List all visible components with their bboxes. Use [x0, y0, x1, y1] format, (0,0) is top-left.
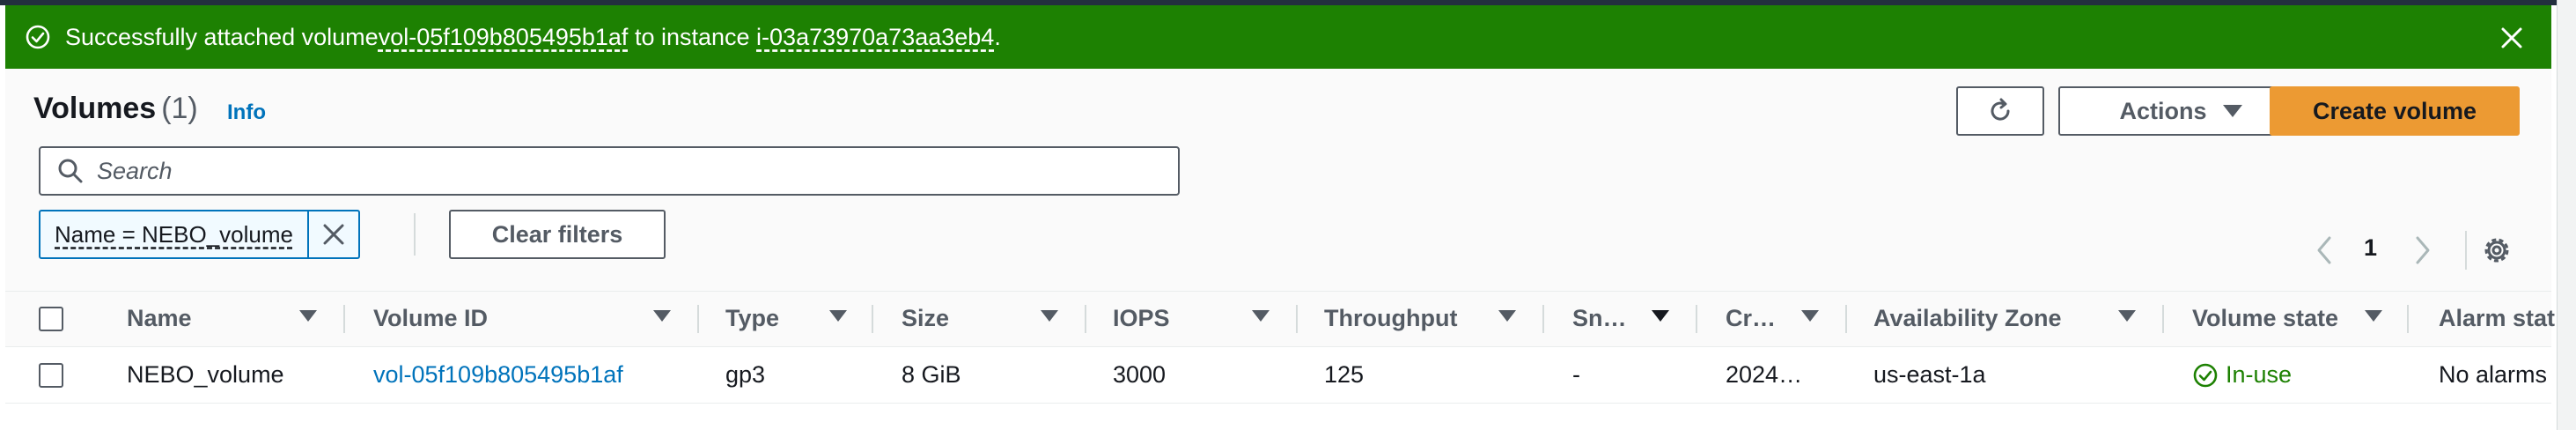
next-page-icon[interactable] — [2410, 234, 2435, 266]
cell-availability-zone: us-east-1a — [1873, 361, 1986, 388]
sort-caret-icon[interactable] — [1498, 310, 1516, 322]
search-input[interactable] — [97, 157, 1153, 185]
volume-count: (1) — [161, 92, 198, 125]
filter-token[interactable]: Name = NEBO_volume — [39, 210, 360, 259]
sort-caret-active-icon[interactable] — [1652, 310, 1669, 322]
cell-iops: 3000 — [1113, 361, 1167, 388]
actions-label: Actions — [2119, 97, 2207, 124]
column-header-size[interactable]: Size — [902, 305, 1025, 333]
column-divider[interactable] — [872, 305, 873, 333]
clear-filters-button[interactable]: Clear filters — [449, 210, 666, 259]
cell-volume-state: In-use — [2192, 361, 2292, 389]
page-title-text: Volumes — [33, 92, 157, 125]
column-divider[interactable] — [1696, 305, 1697, 333]
success-check-icon — [26, 25, 50, 49]
flash-text-suffix: . — [994, 23, 1001, 50]
table-empty-area — [5, 404, 2551, 430]
cell-alarm-status: No alarms — [2439, 361, 2548, 388]
sort-caret-icon[interactable] — [1041, 310, 1058, 322]
cell-type: gp3 — [725, 361, 766, 388]
remove-filter-button[interactable] — [306, 211, 358, 257]
close-icon — [323, 224, 344, 245]
sort-caret-icon[interactable] — [653, 310, 671, 322]
column-header-alarm-status[interactable]: Alarm stat — [2439, 305, 2557, 333]
column-header-volume-id[interactable]: Volume ID — [373, 305, 637, 333]
clear-filters-label: Clear filters — [491, 220, 623, 248]
filter-divider — [414, 213, 416, 256]
sort-caret-icon[interactable] — [2118, 310, 2136, 322]
select-all-checkbox[interactable] — [39, 307, 63, 331]
column-header-availability-zone[interactable]: Availability Zone — [1873, 305, 2102, 333]
column-divider[interactable] — [1542, 305, 1544, 333]
pagination-divider — [2465, 231, 2467, 270]
create-volume-label: Create volume — [2312, 97, 2477, 124]
caret-down-icon — [2222, 105, 2242, 117]
refresh-button[interactable] — [1956, 86, 2044, 136]
flash-text-middle: to instance — [628, 23, 757, 50]
create-volume-button[interactable]: Create volume — [2270, 86, 2520, 136]
current-page-number[interactable]: 1 — [2364, 234, 2377, 262]
column-header-name[interactable]: Name — [127, 305, 285, 333]
cell-snapshot: - — [1572, 361, 1580, 388]
flash-volume-link[interactable]: vol-05f109b805495b1af — [379, 24, 629, 51]
column-divider[interactable] — [1845, 305, 1847, 333]
column-divider[interactable] — [1296, 305, 1298, 333]
cell-size: 8 GiB — [902, 361, 961, 388]
row-select-checkbox[interactable] — [39, 363, 63, 388]
previous-page-icon[interactable] — [2312, 234, 2337, 266]
cell-created: 2024… — [1726, 361, 1803, 388]
sort-caret-icon[interactable] — [1801, 310, 1819, 322]
sort-caret-icon[interactable] — [299, 310, 317, 322]
cell-name: NEBO_volume — [127, 361, 284, 388]
cell-throughput: 125 — [1324, 361, 1365, 388]
column-divider[interactable] — [1085, 305, 1086, 333]
column-header-type[interactable]: Type — [725, 305, 831, 333]
cell-volume-id-link[interactable]: vol-05f109b805495b1af — [373, 361, 623, 389]
sort-caret-icon[interactable] — [1252, 310, 1270, 322]
info-link[interactable]: Info — [227, 100, 266, 125]
search-box[interactable] — [39, 146, 1180, 196]
column-divider[interactable] — [343, 305, 345, 333]
column-divider[interactable] — [2407, 305, 2409, 333]
column-header-throughput[interactable]: Throughput — [1324, 305, 1483, 333]
close-icon[interactable] — [2499, 25, 2525, 51]
column-header-snapshot[interactable]: Sn… — [1572, 305, 1634, 333]
actions-dropdown-button[interactable]: Actions — [2058, 86, 2303, 136]
search-icon — [58, 159, 83, 183]
success-flash-banner: Successfully attached volume vol-05f109b… — [5, 5, 2551, 69]
column-divider[interactable] — [2162, 305, 2164, 333]
filter-token-label[interactable]: Name = NEBO_volume — [40, 211, 307, 257]
refresh-icon — [1991, 98, 2010, 121]
flash-text-prefix: Successfully attached volume — [65, 23, 379, 50]
gear-icon[interactable] — [2479, 233, 2514, 268]
page-title: Volumes (1) — [33, 92, 198, 126]
column-divider[interactable] — [697, 305, 699, 333]
column-header-iops[interactable]: IOPS — [1113, 305, 1236, 333]
sort-caret-icon[interactable] — [2365, 310, 2382, 322]
column-header-volume-state[interactable]: Volume state — [2192, 305, 2368, 333]
volume-state-text: In-use — [2226, 361, 2293, 388]
status-success-icon — [2193, 363, 2218, 387]
sort-caret-icon[interactable] — [829, 310, 847, 322]
flash-instance-link[interactable]: i-03a73970a73aa3eb4 — [756, 24, 994, 51]
right-scrollbar-gutter[interactable] — [2557, 0, 2576, 430]
column-header-created[interactable]: Cr… — [1726, 305, 1787, 333]
